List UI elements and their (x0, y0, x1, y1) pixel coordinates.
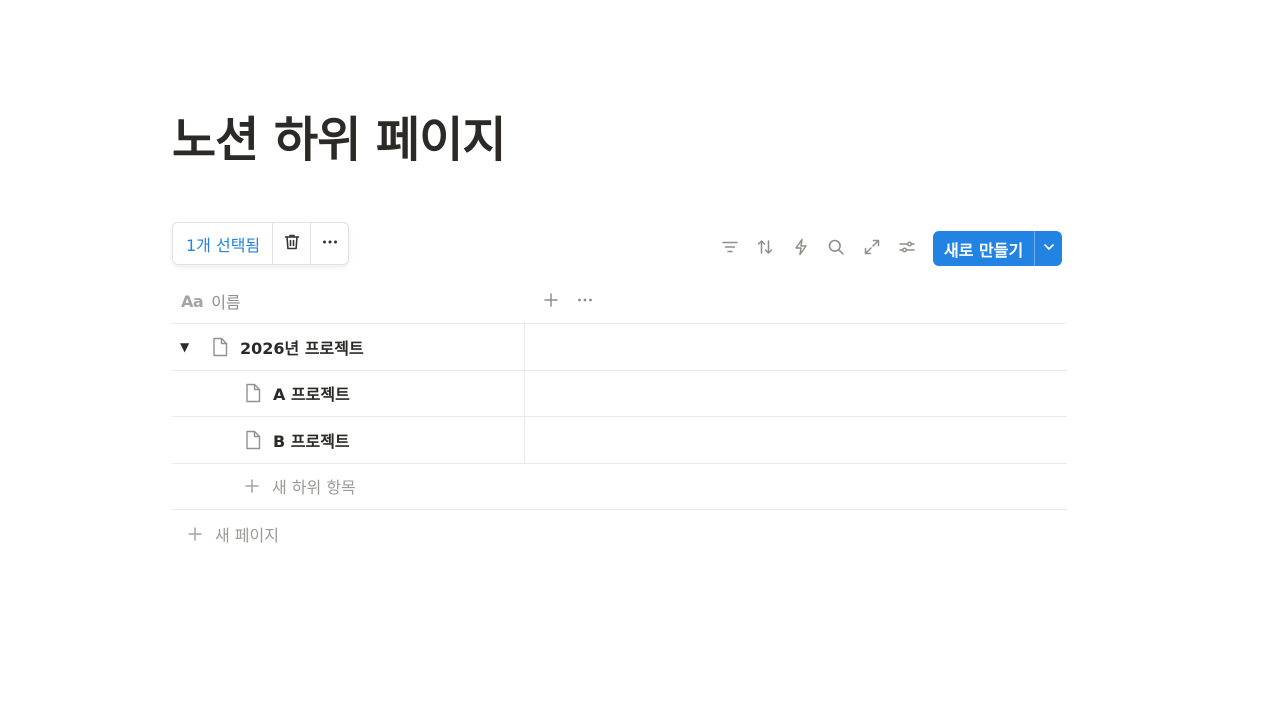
table-row[interactable]: B 프로젝트 (172, 417, 1067, 464)
page-icon (211, 337, 229, 357)
new-button-group: 새로 만들기 (933, 231, 1063, 266)
new-dropdown-button[interactable] (1034, 231, 1062, 266)
chevron-down-icon (1042, 239, 1056, 258)
table-header: Aa 이름 (172, 279, 1067, 324)
plus-icon (244, 478, 260, 494)
add-subitem-cell: 새 하위 항목 (172, 464, 525, 510)
text-type-icon: Aa (181, 291, 204, 311)
more-actions-button[interactable] (310, 223, 348, 264)
column-more-button[interactable] (568, 287, 602, 317)
add-subitem-row[interactable]: 새 하위 항목 (172, 464, 1067, 510)
database-toolbar: 새로 만들기 (712, 231, 1063, 266)
add-page-label: 새 페이지 (215, 525, 279, 545)
row-title[interactable]: A 프로젝트 (273, 381, 350, 405)
plus-icon (543, 292, 559, 312)
automation-icon (792, 238, 810, 260)
table-row[interactable]: ▼ 2026년 프로젝트 (172, 324, 1067, 371)
table-row[interactable]: A 프로젝트 (172, 370, 1067, 417)
new-button[interactable]: 새로 만들기 (933, 231, 1034, 266)
delete-button[interactable] (272, 223, 310, 264)
filter-button[interactable] (712, 232, 748, 266)
page-icon (244, 383, 262, 403)
database-table: Aa 이름 ▼ 2026년 프로젝트 A 프로젝트 B 프로젝트 새 하위 항목… (172, 279, 1067, 557)
expand-icon (863, 238, 881, 260)
add-page-button[interactable]: 새 페이지 (172, 510, 1067, 557)
toggle-expanded-icon[interactable]: ▼ (180, 340, 194, 354)
page-title[interactable]: 노션 하위 페이지 (172, 100, 507, 170)
selection-count[interactable]: 1개 선택됨 (173, 223, 272, 264)
selection-bar: 1개 선택됨 (172, 222, 350, 265)
name-cell: ▼ 2026년 프로젝트 (172, 324, 525, 370)
name-cell: A 프로젝트 (172, 370, 525, 416)
filter-icon (721, 238, 739, 260)
more-icon (576, 291, 594, 313)
more-icon (321, 233, 339, 255)
sort-button[interactable] (748, 232, 784, 266)
page-icon (244, 430, 262, 450)
view-settings-button[interactable] (890, 232, 926, 266)
search-icon (827, 238, 845, 260)
expand-button[interactable] (854, 232, 890, 266)
column-header-label: 이름 (211, 293, 241, 312)
sort-icon (756, 238, 774, 260)
name-cell: B 프로젝트 (172, 417, 525, 463)
column-header-name[interactable]: Aa 이름 (172, 289, 241, 313)
add-property-button[interactable] (534, 287, 568, 317)
add-subitem-label: 새 하위 항목 (272, 478, 356, 498)
header-actions (534, 279, 602, 324)
search-button[interactable] (819, 232, 855, 266)
trash-icon (282, 232, 302, 256)
plus-icon (187, 526, 203, 542)
automation-button[interactable] (783, 232, 819, 266)
row-title[interactable]: B 프로젝트 (273, 428, 350, 452)
settings-icon (898, 238, 916, 260)
row-title[interactable]: 2026년 프로젝트 (240, 335, 364, 359)
